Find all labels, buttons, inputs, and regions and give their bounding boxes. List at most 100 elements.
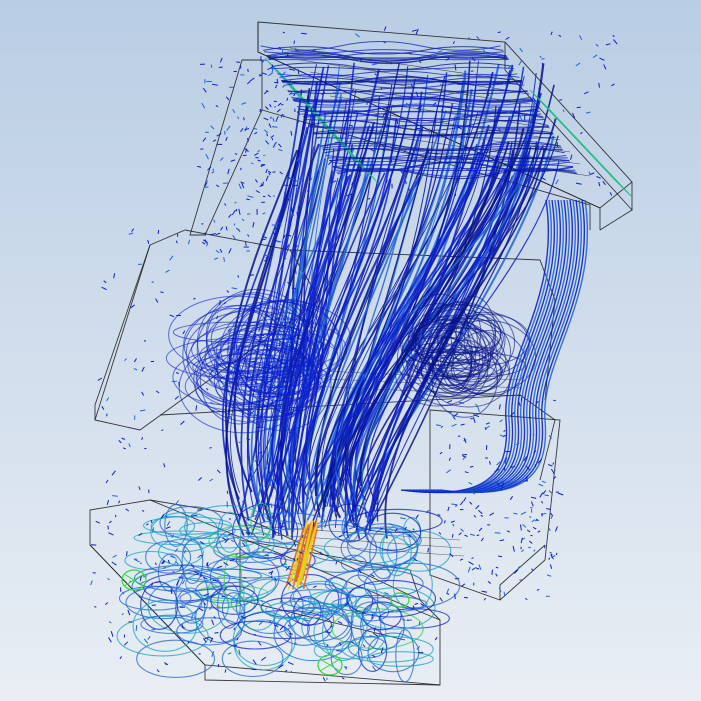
flow-simulation-scene[interactable] <box>0 0 701 701</box>
velocity-vector <box>491 173 493 176</box>
velocity-vector <box>291 207 293 213</box>
velocity-vector <box>447 506 450 512</box>
velocity-vector <box>366 102 368 105</box>
velocity-vector <box>518 401 521 407</box>
velocity-vector <box>226 125 231 131</box>
velocity-vector <box>133 367 138 371</box>
velocity-vector <box>222 537 227 541</box>
velocity-vector <box>364 512 367 518</box>
velocity-vector <box>244 128 250 131</box>
velocity-vector <box>503 429 506 432</box>
velocity-vector <box>128 443 131 448</box>
velocity-vector <box>214 257 219 260</box>
velocity-vector <box>254 131 258 135</box>
velocity-vector <box>254 152 259 156</box>
velocity-vector <box>506 530 510 533</box>
velocity-vector <box>293 40 296 44</box>
velocity-vector <box>225 226 228 231</box>
velocity-vector <box>500 159 504 166</box>
velocity-vector <box>518 60 522 66</box>
velocity-vector <box>209 478 214 482</box>
velocity-vector <box>254 348 258 352</box>
velocity-vector <box>215 249 220 254</box>
velocity-vector <box>575 182 582 185</box>
velocity-vector <box>238 183 242 190</box>
velocity-vector <box>157 230 160 234</box>
streamline-loop <box>352 508 443 534</box>
velocity-vector <box>274 81 279 84</box>
velocity-vector <box>478 509 483 515</box>
velocity-vector <box>487 580 492 584</box>
velocity-vector <box>202 137 207 142</box>
velocity-vector <box>297 502 302 504</box>
velocity-vector <box>550 31 553 35</box>
velocity-vector <box>428 128 431 134</box>
velocity-vector <box>104 602 109 605</box>
velocity-vector <box>530 501 534 507</box>
velocity-vector <box>251 162 254 165</box>
velocity-vectors <box>90 26 618 682</box>
velocity-vector <box>322 676 326 682</box>
velocity-vector <box>133 358 137 363</box>
velocity-vector <box>237 275 240 278</box>
velocity-vector <box>110 631 114 637</box>
velocity-vector <box>128 621 133 623</box>
velocity-vector <box>230 539 235 543</box>
velocity-vector <box>474 403 478 407</box>
velocity-vector <box>526 529 531 533</box>
velocity-vector <box>328 160 333 166</box>
velocity-vector <box>146 523 149 526</box>
velocity-vector <box>550 468 555 474</box>
velocity-vector <box>206 241 209 247</box>
velocity-vector <box>210 233 217 236</box>
velocity-vector <box>411 29 417 32</box>
velocity-vector <box>556 142 559 148</box>
velocity-vector <box>212 579 219 582</box>
velocity-vector <box>296 211 298 216</box>
velocity-vector <box>533 549 536 552</box>
velocity-vector <box>513 512 518 515</box>
velocity-vector <box>237 116 239 120</box>
velocity-vector <box>277 102 282 107</box>
velocity-vector <box>499 419 503 423</box>
velocity-vector <box>412 528 415 531</box>
velocity-vector <box>438 50 443 53</box>
velocity-vector <box>374 73 377 76</box>
velocity-vector <box>216 565 223 569</box>
velocity-vector <box>531 519 536 523</box>
velocity-vector <box>170 588 173 595</box>
velocity-vector <box>529 516 532 518</box>
velocity-vector <box>226 490 229 494</box>
velocity-vector <box>451 533 454 538</box>
3d-viewport[interactable] <box>0 0 701 701</box>
velocity-vector <box>267 170 272 174</box>
velocity-vector <box>213 219 216 223</box>
velocity-vector <box>119 656 123 660</box>
velocity-vector <box>229 559 235 561</box>
velocity-vector <box>541 177 546 181</box>
velocity-vector <box>247 137 249 142</box>
velocity-vector <box>204 186 209 189</box>
velocity-vector <box>224 130 226 135</box>
velocity-vector <box>241 102 247 105</box>
velocity-vector <box>450 520 455 523</box>
velocity-vector <box>141 366 145 372</box>
velocity-vector <box>289 68 296 71</box>
velocity-vector <box>448 457 451 461</box>
velocity-vector <box>215 105 219 108</box>
velocity-vector <box>188 239 191 245</box>
velocity-vector <box>103 280 107 284</box>
velocity-vector <box>255 190 261 194</box>
velocity-vector <box>548 527 551 531</box>
velocity-vector <box>169 314 175 318</box>
velocity-vector <box>270 503 273 509</box>
velocity-vector <box>598 82 600 88</box>
velocity-vector <box>602 180 606 186</box>
velocity-vector <box>270 570 274 576</box>
fan-icon[interactable] <box>121 569 147 591</box>
velocity-vector <box>141 437 143 441</box>
velocity-vector <box>335 561 338 565</box>
velocity-vector <box>405 180 407 185</box>
velocity-vector <box>480 537 484 542</box>
velocity-vector <box>592 54 598 58</box>
